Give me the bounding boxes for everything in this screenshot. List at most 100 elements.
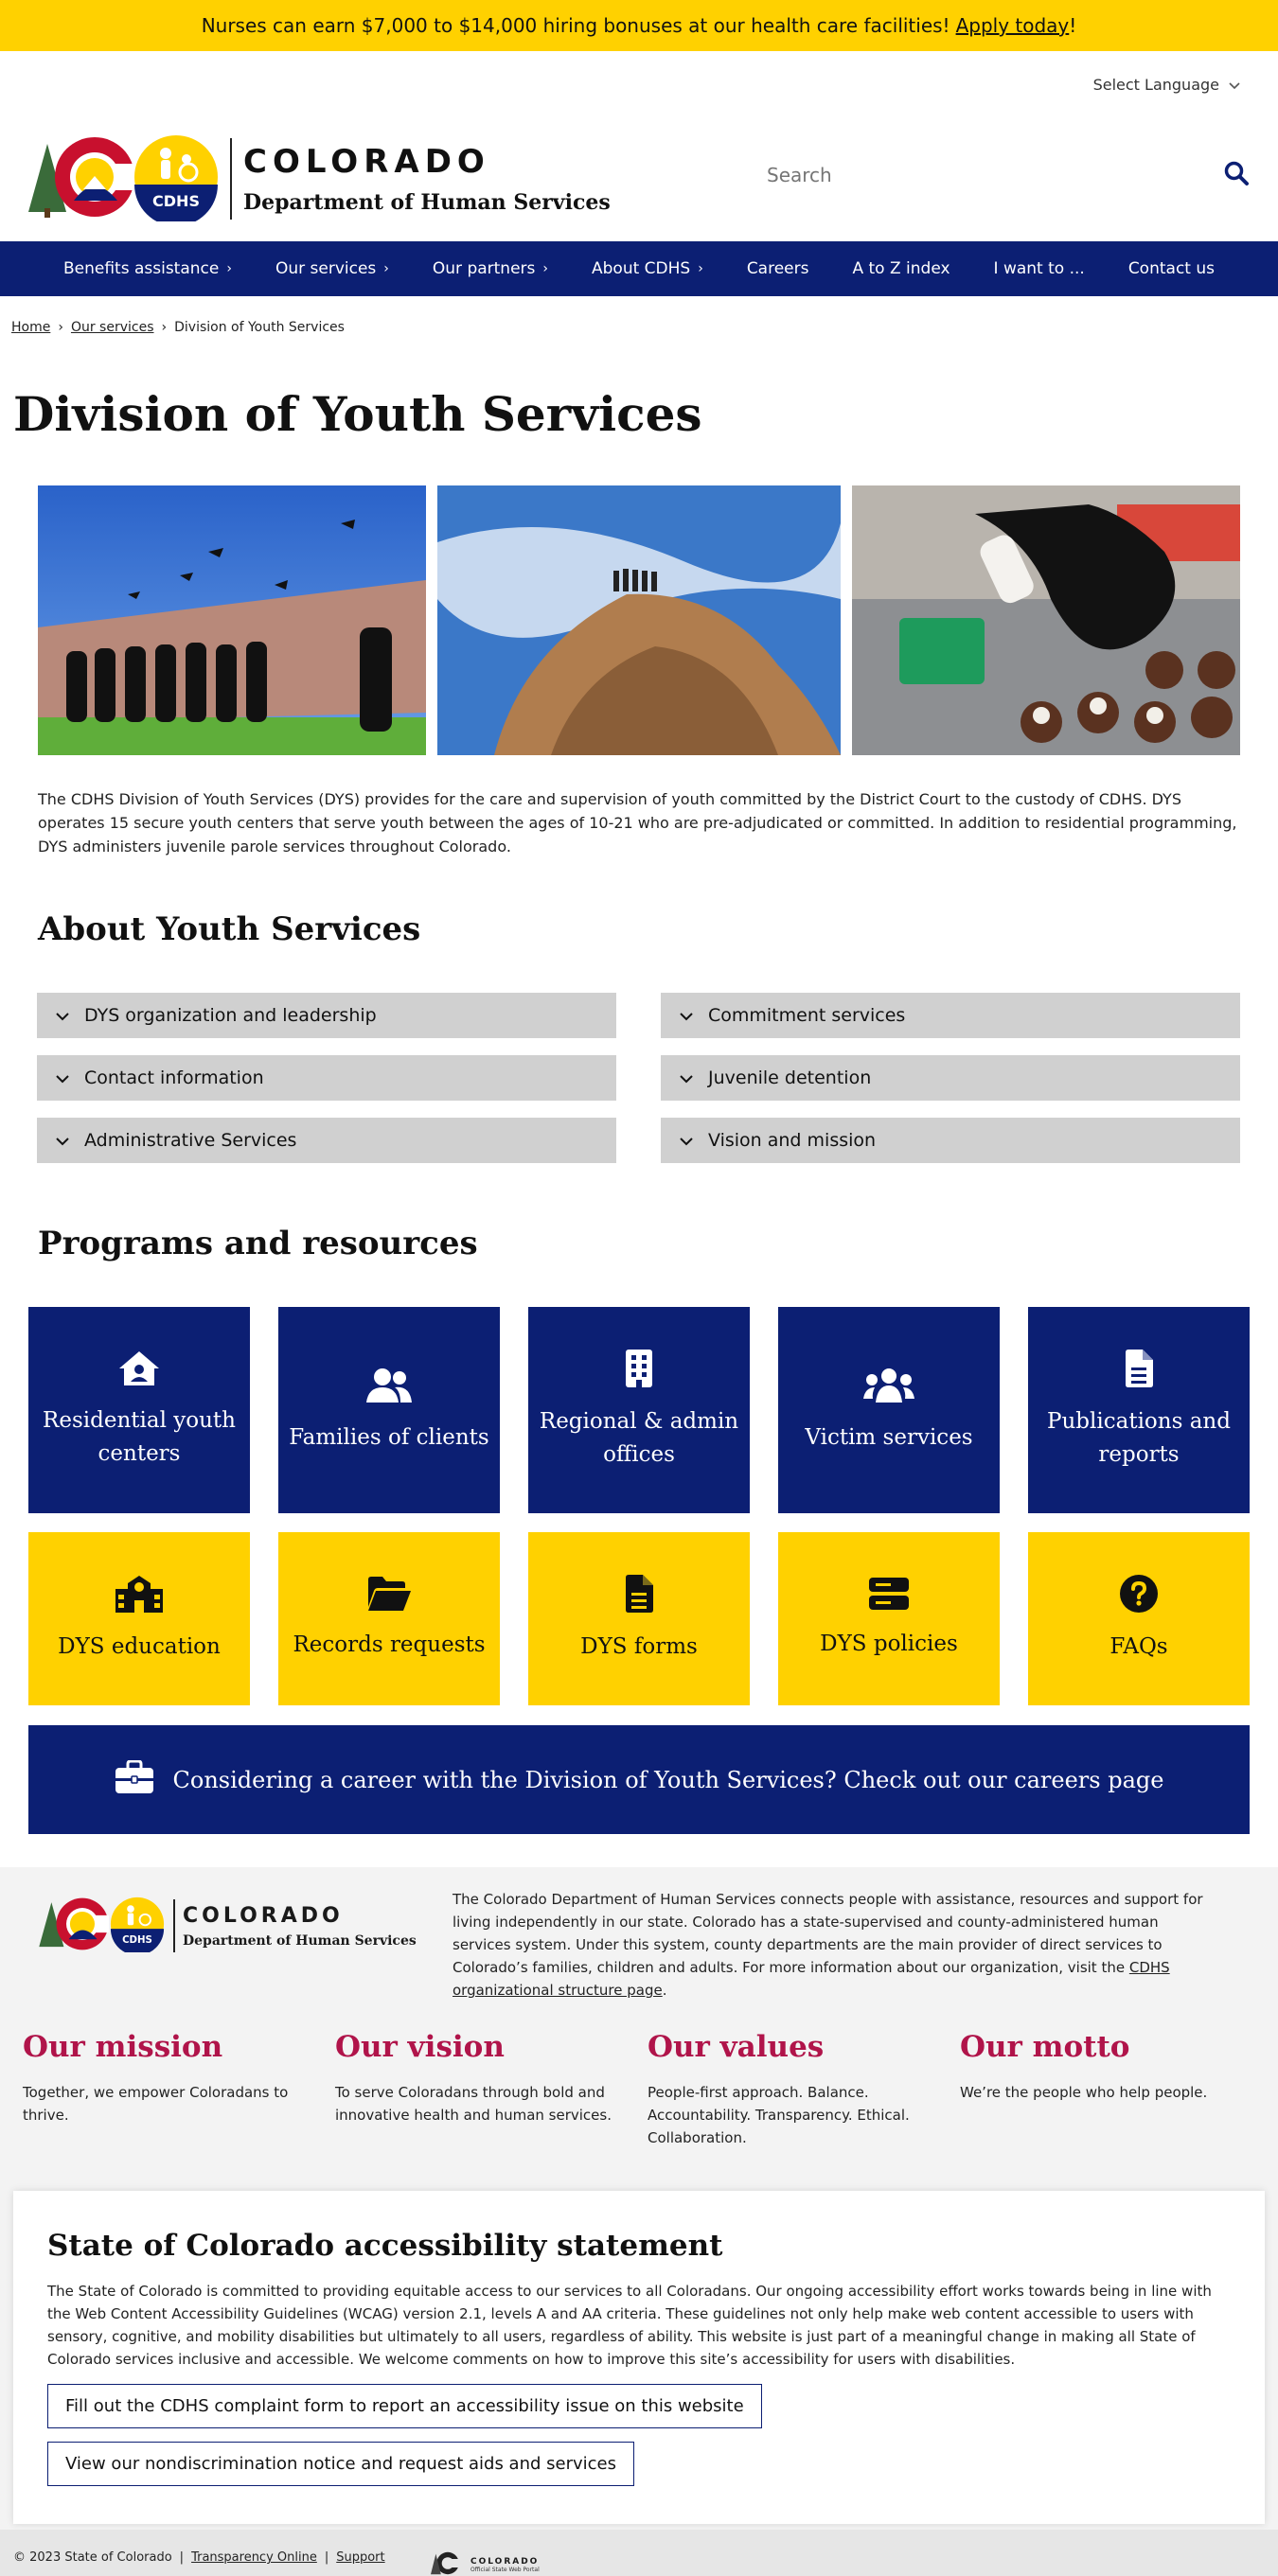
our-mission: Our mission Together, we empower Colorad… [23,2030,307,2126]
chevron-right-icon: › [542,261,548,276]
state-portal-logo[interactable]: COLORADO Official State Web Portal [431,2550,540,2576]
nav-our-partners[interactable]: Our partners › [411,259,570,278]
tile-dys-policies[interactable]: DYS policies [778,1532,1000,1705]
house-user-icon [117,1350,161,1391]
our-motto: Our motto We’re the people who help peop… [960,2030,1244,2104]
nav-a-to-z-index[interactable]: A to Z index [830,259,971,278]
our-vision: Our vision To serve Coloradans through b… [335,2030,619,2126]
site-header: CDHS COLORADO Department of Human Servic… [0,114,1278,241]
main-nav: Benefits assistance › Our services › Our p… [0,241,1278,296]
footer-desc-end: . [662,1982,667,1999]
question-circle-icon [1119,1574,1159,1617]
breadcrumb-current: Division of Youth Services [174,320,345,335]
accessibility-statement: State of Colorado accessibility statemen… [13,2191,1265,2524]
school-icon [114,1574,165,1617]
accordion-dys-organization[interactable]: DYS organization and leadership [37,993,616,1038]
chevron-right-icon: › [698,261,703,276]
breadcrumb-separator: › [161,320,168,335]
breadcrumb: Home › Our services › Division of Youth … [11,320,345,335]
complaint-form-button[interactable]: Fill out the CDHS complaint form to repo… [47,2384,762,2428]
accordion-label: DYS organization and leadership [84,1005,377,1026]
accordion-label: Juvenile detention [708,1067,872,1088]
accordion-contact-information[interactable]: Contact information [37,1055,616,1101]
tile-records-requests[interactable]: Records requests [278,1532,500,1705]
search-input[interactable] [767,164,1164,186]
accordion-label: Commitment services [708,1005,906,1026]
language-select[interactable]: Select Language [1093,76,1240,94]
nav-label: A to Z index [852,259,950,278]
accordion-label: Administrative Services [84,1130,297,1151]
nav-label: About CDHS [592,259,691,278]
accordion-label: Contact information [84,1067,264,1088]
banner-trail: ! [1069,14,1077,37]
bottom-bar: © 2023 State of Colorado | Transparency … [0,2530,1278,2576]
apply-today-link[interactable]: Apply today [956,14,1070,37]
logo-state-name: COLORADO [243,143,490,181]
nav-careers[interactable]: Careers [725,259,831,278]
rock-summit-photo [437,485,841,755]
nav-about-cdhs[interactable]: About CDHS › [570,259,725,278]
copyright: © 2023 State of Colorado [13,2550,172,2565]
nav-our-services[interactable]: Our services › [254,259,411,278]
values-title: Our values [648,2030,825,2064]
vision-title: Our vision [335,2030,505,2064]
breadcrumb-our-services[interactable]: Our services [71,320,154,335]
tile-label: DYS forms [580,1634,698,1659]
cdhs-logo[interactable]: CDHS COLORADO Department of Human Servic… [27,132,611,226]
page-title: Division of Youth Services [13,386,702,442]
our-values: Our values People-first approach. Balanc… [648,2030,932,2149]
accordion-administrative-services[interactable]: Administrative Services [37,1118,616,1163]
tile-victim-services[interactable]: Victim services [778,1307,1000,1513]
dessert-preparation-photo [852,485,1240,755]
tile-residential-youth-centers[interactable]: Residential youth centers [28,1307,250,1513]
support-link[interactable]: Support [336,2550,384,2565]
accordion-vision-and-mission[interactable]: Vision and mission [661,1118,1240,1163]
user-group-icon [863,1367,914,1408]
accordion-label: Vision and mission [708,1130,877,1151]
nav-label: Our services [275,259,377,278]
tile-label: FAQs [1109,1634,1168,1659]
tile-label: DYS policies [820,1632,958,1656]
building-icon [624,1349,654,1392]
nav-contact-us[interactable]: Contact us [1107,259,1236,278]
tile-regional-admin-offices[interactable]: Regional & admin offices [528,1307,750,1513]
programs-heading: Programs and resources [38,1225,478,1262]
cdhs-badge-icon: CDHS [109,1896,166,1956]
nav-label: Our partners [432,259,536,278]
transparency-online-link[interactable]: Transparency Online [191,2550,317,2565]
about-heading: About Youth Services [38,910,421,948]
accordion-commitment-services[interactable]: Commitment services [661,993,1240,1038]
intro-paragraph: The CDHS Division of Youth Services (DYS… [38,790,1237,856]
link-separator: | [324,2550,329,2565]
search-icon[interactable] [1223,160,1250,190]
breadcrumb-home[interactable]: Home [11,320,50,335]
chevron-down-icon [56,1007,69,1025]
breadcrumb-separator: › [58,320,63,335]
mission-text: Together, we empower Coloradans to thriv… [23,2084,289,2124]
chevron-down-icon [56,1132,69,1150]
accordion-juvenile-detention[interactable]: Juvenile detention [661,1055,1240,1101]
tile-label: Victim services [805,1424,973,1450]
nondiscrimination-notice-button[interactable]: View our nondiscrimination notice and re… [47,2442,634,2486]
chevron-down-icon [680,1132,693,1150]
nav-benefits-assistance[interactable]: Benefits assistance › [42,259,254,278]
colorado-c-logo-icon [431,2550,465,2576]
portal-text: COLORADO Official State Web Portal [470,2557,540,2573]
careers-page-link[interactable]: Considering a career with the Division o… [28,1725,1250,1834]
tile-label: Publications and reports [1047,1409,1231,1467]
motto-text: We’re the people who help people. [960,2084,1208,2101]
nav-i-want-to[interactable]: I want to ... [972,259,1107,278]
tile-faqs[interactable]: FAQs [1028,1532,1250,1705]
tile-dys-forms[interactable]: DYS forms [528,1532,750,1705]
tile-publications-and-reports[interactable]: Publications and reports [1028,1307,1250,1513]
portal-state: COLORADO [470,2557,540,2567]
tile-label: Residential youth centers [43,1408,236,1466]
tile-label: Regional & admin offices [539,1409,739,1467]
footer-logo[interactable]: CDHS COLORADO Department of Human Servic… [38,1896,417,1956]
cdhs-badge-icon: CDHS [132,132,221,226]
logo-divider [230,138,232,220]
tile-families-of-clients[interactable]: Families of clients [278,1307,500,1513]
footer-logo-text: COLORADO Department of Human Services [183,1904,417,1949]
tile-dys-education[interactable]: DYS education [28,1532,250,1705]
chevron-down-icon [680,1007,693,1025]
